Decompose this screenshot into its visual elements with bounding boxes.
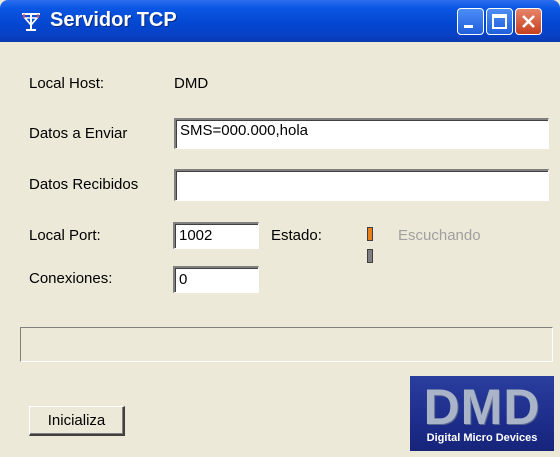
- antenna-icon: [22, 13, 40, 31]
- server-window: Servidor TCP Local Host: DMD Datos a Env…: [0, 0, 560, 457]
- minimize-icon: [464, 25, 473, 28]
- logo-small-text: Digital Micro Devices: [426, 432, 538, 444]
- local-host-label: Local Host:: [29, 75, 105, 92]
- local-port-input[interactable]: 1002: [173, 222, 259, 249]
- datos-recibidos-label: Datos Recibidos: [29, 176, 139, 193]
- conexiones-input[interactable]: 0: [173, 266, 259, 293]
- idle-led: [367, 249, 373, 263]
- title-bar[interactable]: Servidor TCP: [0, 0, 560, 42]
- datos-recibidos-input[interactable]: [174, 169, 549, 201]
- estado-value: Escuchando: [398, 227, 481, 244]
- logo-big-text: DMD: [423, 379, 541, 435]
- datos-enviar-input[interactable]: SMS=000.000,hola: [174, 118, 549, 149]
- inicializa-button[interactable]: Inicializa: [29, 406, 125, 436]
- window-title: Servidor TCP: [50, 9, 177, 31]
- local-host-value: DMD: [174, 75, 209, 92]
- local-port-label: Local Port:: [29, 227, 101, 244]
- maximize-icon: [492, 14, 507, 29]
- conexiones-label: Conexiones:: [29, 270, 113, 287]
- estado-label: Estado:: [271, 227, 322, 244]
- listening-led: [367, 227, 373, 241]
- dmd-logo: DMD Digital Micro Devices: [410, 376, 554, 451]
- close-button[interactable]: [515, 8, 542, 35]
- close-icon: [522, 15, 535, 28]
- maximize-button[interactable]: [486, 8, 513, 35]
- minimize-button[interactable]: [457, 8, 484, 35]
- datos-enviar-label: Datos a Enviar: [29, 125, 128, 142]
- status-bar: [20, 327, 553, 362]
